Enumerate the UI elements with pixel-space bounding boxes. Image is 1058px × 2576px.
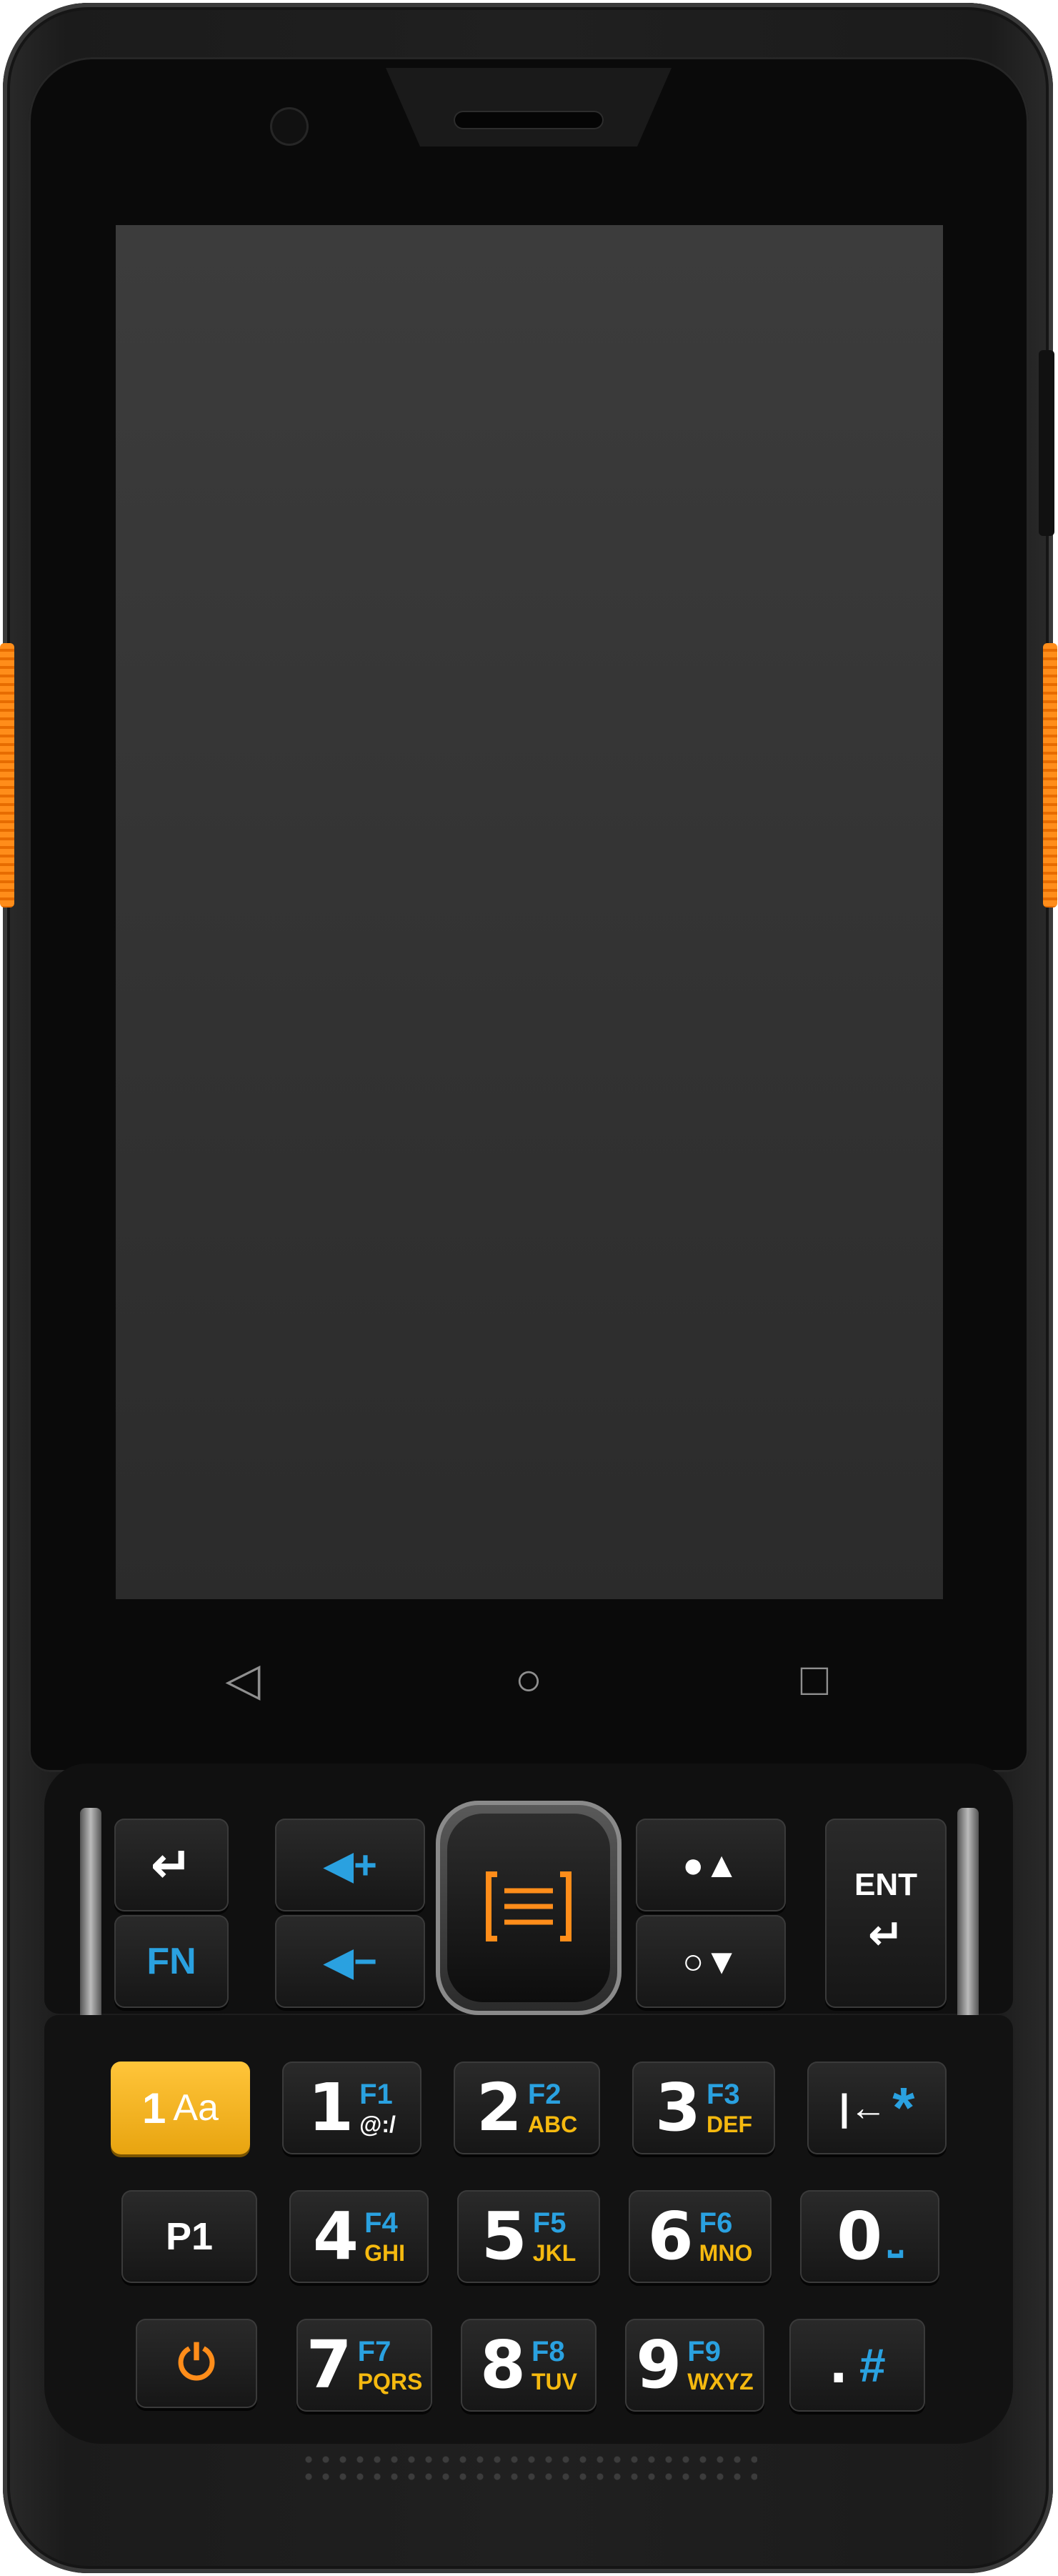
back-key[interactable]: ↵ <box>114 1819 229 1911</box>
back-triangle-icon[interactable]: ◁ <box>218 1654 268 1704</box>
key-0-num: 0 <box>837 2198 883 2274</box>
hash-label: # <box>859 2339 886 2392</box>
key-2[interactable]: 2 F2 ABC <box>454 2062 600 2154</box>
brightness-down-icon: ○▼ <box>682 1941 739 1981</box>
power-icon: ⏻ <box>177 2336 216 2389</box>
enter-key-label: ENT <box>854 1866 917 1902</box>
key-7-fn: F7 <box>357 2336 391 2367</box>
key-9[interactable]: 9 F9 WXYZ <box>625 2319 764 2412</box>
left-scan-side-button[interactable] <box>0 643 14 907</box>
scan-icon <box>486 1871 572 1941</box>
key-1[interactable]: 1 F1 @:/ <box>282 2062 421 2154</box>
key-9-fn: F9 <box>687 2336 721 2367</box>
key-6[interactable]: 6 F6 MNO <box>629 2190 772 2283</box>
key-7[interactable]: 7 F7 PQRS <box>296 2319 432 2412</box>
alpha-key[interactable]: 1 Aa <box>111 2062 250 2154</box>
key-0[interactable]: 0 ⎵ <box>800 2190 939 2283</box>
key-backspace-star[interactable]: |← * <box>807 2062 947 2154</box>
enter-key[interactable]: ENT ↵ <box>825 1819 947 2008</box>
key-4-alpha: GHI <box>364 2240 405 2266</box>
key-8[interactable]: 8 F8 TUV <box>461 2319 597 2412</box>
alpha-key-num: 1 <box>142 2084 166 2132</box>
volume-up-icon: ◀+ <box>323 1842 377 1887</box>
alpha-key-label: Aa <box>173 2087 219 2129</box>
space-icon: ⎵ <box>888 2215 903 2257</box>
key-1-num: 1 <box>308 2069 354 2146</box>
home-circle-icon[interactable]: ○ <box>504 1654 554 1704</box>
key-3-fn: F3 <box>707 2079 740 2110</box>
brightness-down-key[interactable]: ○▼ <box>636 1915 786 2008</box>
key-2-fn: F2 <box>527 2079 562 2110</box>
key-7-alpha: PQRS <box>357 2369 423 2395</box>
p1-key-label: P1 <box>165 2215 214 2258</box>
scan-key[interactable] <box>447 1814 610 2002</box>
front-camera <box>270 107 309 146</box>
enter-arrow-icon: ↵ <box>867 1910 904 1959</box>
key-3-num: 3 <box>654 2069 701 2146</box>
key-4-num: 4 <box>313 2198 359 2274</box>
key-5[interactable]: 5 F5 JKL <box>457 2190 600 2283</box>
display-screen[interactable] <box>116 225 943 1599</box>
fn-key-label: FN <box>146 1941 196 1982</box>
key-1-fn: F1 <box>359 2079 393 2110</box>
dot-label: . <box>829 2336 848 2395</box>
left-rail <box>80 1808 101 2022</box>
key-6-fn: F6 <box>699 2207 733 2239</box>
key-1-alpha: @:/ <box>359 2112 396 2137</box>
power-key[interactable]: ⏻ <box>136 2319 257 2408</box>
key-2-alpha: ABC <box>527 2112 578 2137</box>
key-2-num: 2 <box>476 2069 522 2146</box>
key-8-num: 8 <box>479 2327 526 2403</box>
key-6-alpha: MNO <box>699 2240 753 2266</box>
key-8-alpha: TUV <box>532 2369 577 2395</box>
volume-up-key[interactable]: ◀+ <box>275 1819 425 1911</box>
backspace-icon: |← <box>839 2087 887 2129</box>
volume-side-button[interactable] <box>1039 350 1054 536</box>
p1-key[interactable]: P1 <box>121 2190 257 2283</box>
earpiece-notch <box>386 68 672 146</box>
key-dot-hash[interactable]: . # <box>789 2319 925 2412</box>
key-3[interactable]: 3 F3 DEF <box>632 2062 775 2154</box>
star-label: * <box>892 2076 915 2139</box>
key-5-num: 5 <box>481 2198 527 2274</box>
key-7-num: 7 <box>306 2327 352 2403</box>
key-4[interactable]: 4 F4 GHI <box>289 2190 429 2283</box>
earpiece-speaker <box>454 111 604 129</box>
key-5-alpha: JKL <box>532 2240 577 2266</box>
brightness-up-icon: ●▲ <box>682 1845 739 1885</box>
fn-key[interactable]: FN <box>114 1915 229 2008</box>
key-9-alpha: WXYZ <box>687 2369 754 2395</box>
brightness-up-key[interactable]: ●▲ <box>636 1819 786 1911</box>
volume-down-key[interactable]: ◀− <box>275 1915 425 2008</box>
key-9-num: 9 <box>636 2327 682 2403</box>
bottom-speaker-grille <box>300 2451 757 2487</box>
key-6-num: 6 <box>647 2198 694 2274</box>
back-arrow-icon: ↵ <box>150 1837 193 1893</box>
key-8-fn: F8 <box>532 2336 565 2367</box>
right-rail <box>957 1808 979 2022</box>
key-5-fn: F5 <box>532 2207 567 2239</box>
recents-square-icon[interactable]: □ <box>789 1654 839 1704</box>
key-3-alpha: DEF <box>707 2112 752 2137</box>
volume-down-icon: ◀− <box>323 1939 377 1984</box>
key-4-fn: F4 <box>364 2207 398 2239</box>
right-scan-side-button[interactable] <box>1043 643 1057 907</box>
